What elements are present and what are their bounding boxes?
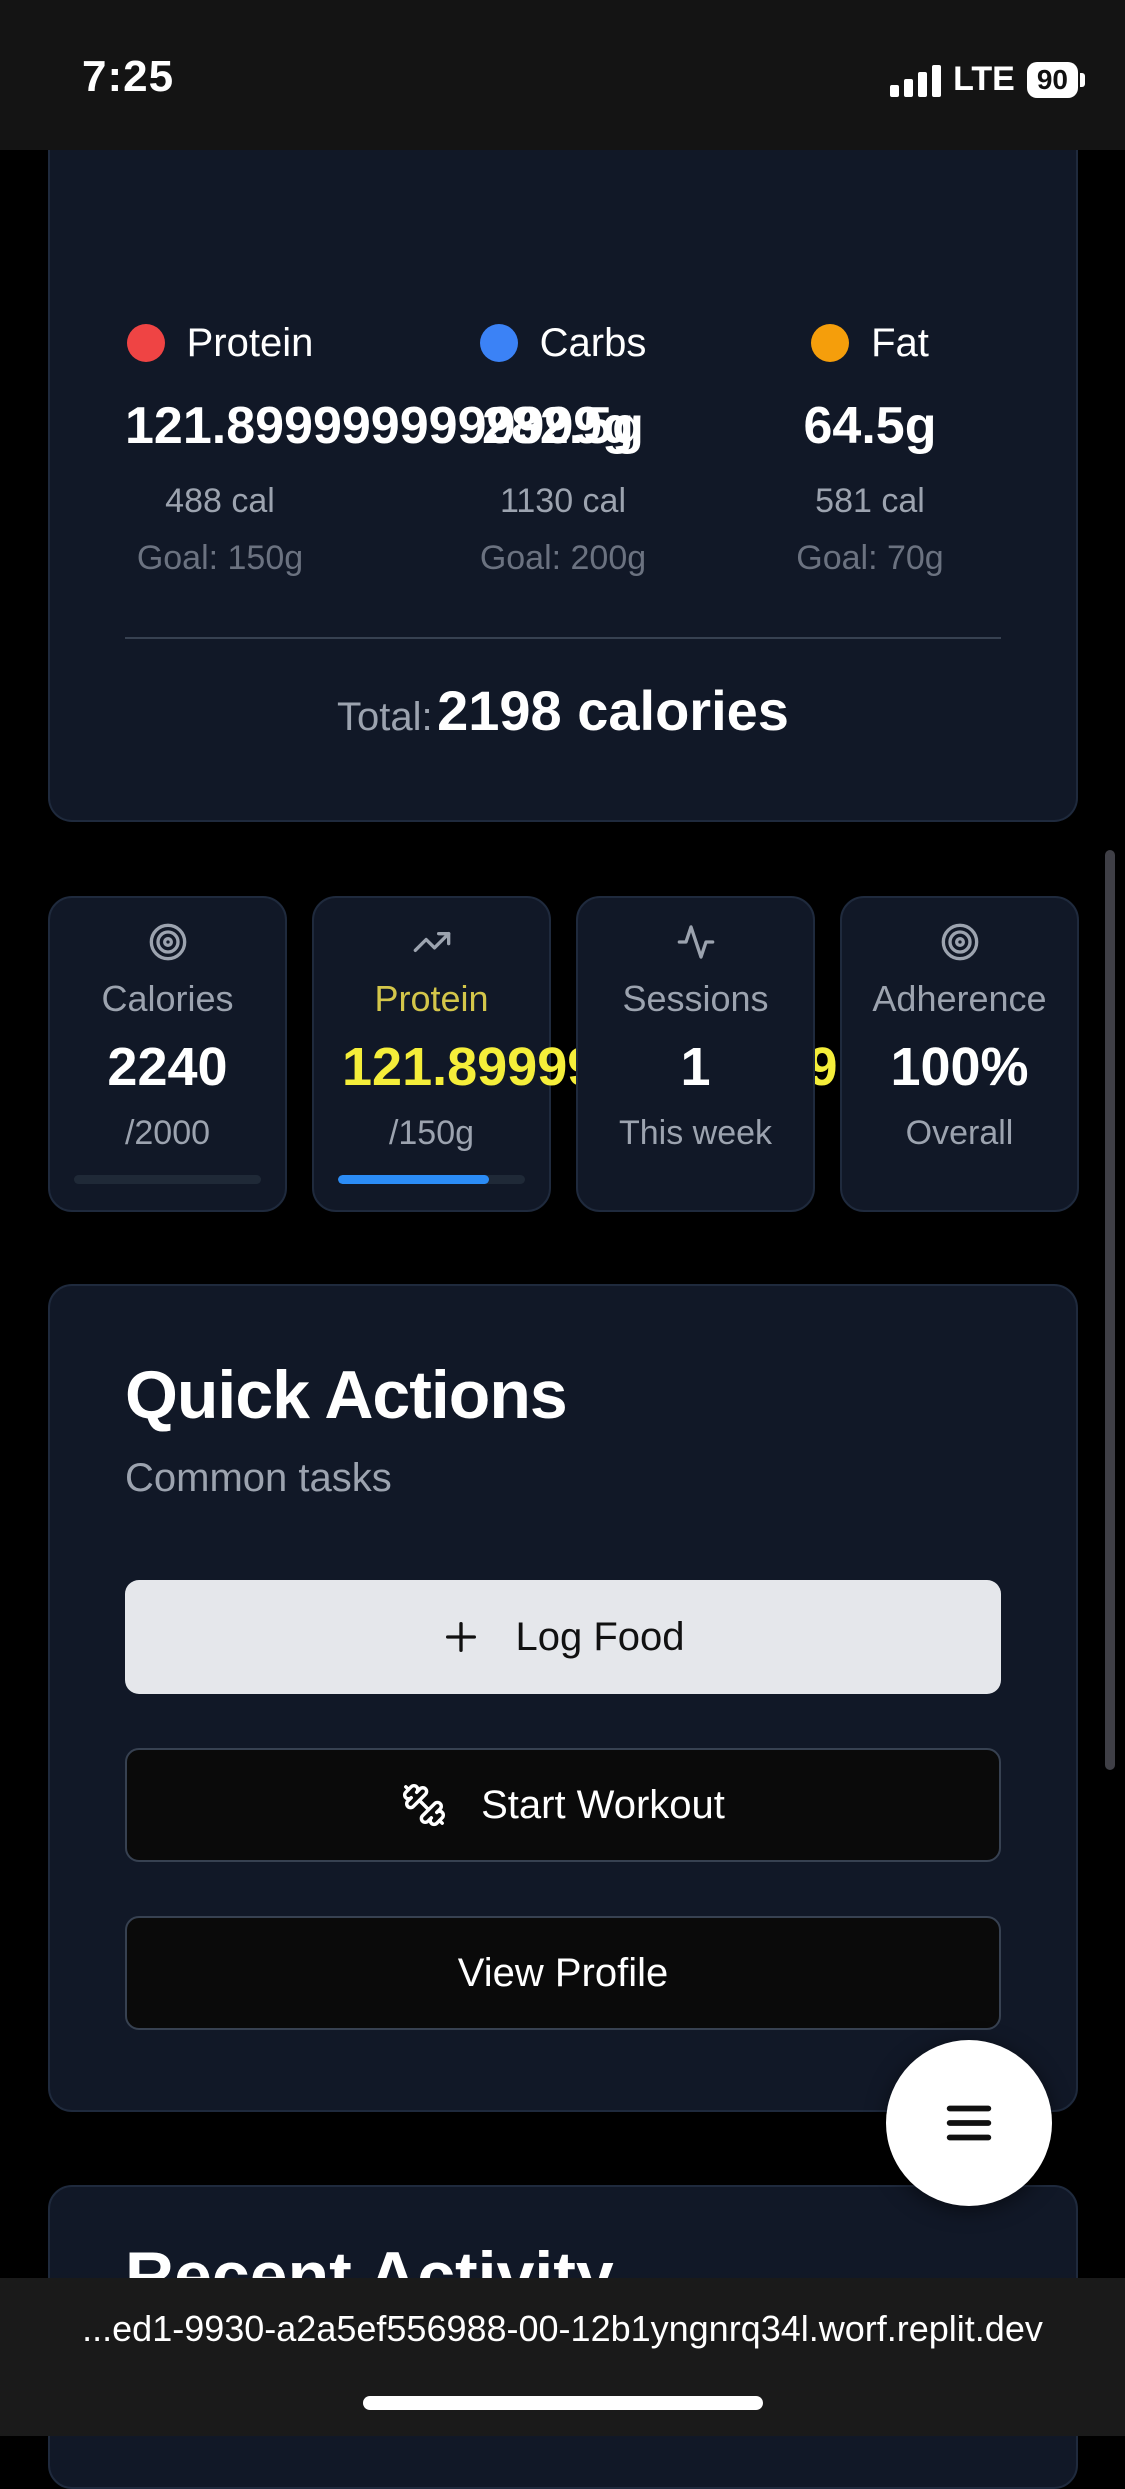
plus-icon bbox=[446, 1622, 477, 1652]
stat-card-adherence[interactable]: Adherence 100% Overall bbox=[840, 896, 1079, 1212]
view-profile-label: View Profile bbox=[457, 1950, 669, 1995]
progress-fill bbox=[338, 1175, 490, 1184]
macro-name: Fat bbox=[871, 320, 929, 365]
macro-name: Carbs bbox=[539, 320, 647, 365]
macro-goal: Goal: 70g bbox=[796, 539, 944, 577]
dumbbell-icon bbox=[403, 1783, 446, 1827]
macro-name: Protein bbox=[186, 320, 314, 365]
stat-value: 100% bbox=[890, 1037, 1029, 1097]
divider bbox=[125, 637, 1001, 639]
activity-icon bbox=[578, 922, 813, 966]
stat-label: Adherence bbox=[872, 978, 1047, 1019]
status-bar: 7:25 LTE 90 bbox=[0, 0, 1125, 150]
target-icon bbox=[842, 922, 1077, 966]
start-workout-button[interactable]: Start Workout bbox=[125, 1748, 1001, 1862]
stat-card-calories[interactable]: Calories 2240 /2000 bbox=[48, 896, 287, 1212]
stat-label: Calories bbox=[101, 978, 234, 1019]
stat-sub: /2000 bbox=[124, 1114, 211, 1152]
view-profile-button[interactable]: View Profile bbox=[125, 1916, 1001, 2030]
home-indicator[interactable] bbox=[363, 2396, 763, 2410]
quick-actions-title: Quick Actions bbox=[125, 1357, 568, 1433]
signal-icon bbox=[890, 63, 942, 97]
macro-goal: Goal: 150g bbox=[136, 539, 304, 577]
macro-calories: 1130 cal bbox=[499, 482, 627, 520]
battery-tip bbox=[1080, 72, 1085, 87]
network-label: LTE bbox=[953, 60, 1015, 98]
start-workout-label: Start Workout bbox=[481, 1782, 725, 1827]
protein-progress bbox=[338, 1175, 525, 1184]
macro-goal: Goal: 200g bbox=[479, 539, 647, 577]
stat-sub: /150g bbox=[388, 1114, 475, 1152]
progress-fill bbox=[74, 1175, 261, 1184]
stat-value: 121.8999999999999 bbox=[314, 1036, 838, 1098]
stat-value: 1 bbox=[680, 1037, 711, 1097]
status-indicators: LTE 90 bbox=[890, 60, 1085, 99]
scrollbar[interactable] bbox=[1105, 850, 1115, 1770]
total-label: Total: bbox=[337, 695, 433, 739]
log-food-button[interactable]: Log Food bbox=[125, 1580, 1001, 1694]
stat-label: Protein bbox=[374, 978, 489, 1019]
macro-protein: Protein 121.8999999999999g 488 cal Goal:… bbox=[50, 318, 634, 578]
fat-dot-icon bbox=[811, 324, 850, 362]
stat-card-protein[interactable]: Protein 121.8999999999999 /150g bbox=[312, 896, 838, 1212]
url-text[interactable]: ...ed1-9930-a2a5ef556988-00-12b1yngnrq34… bbox=[0, 2308, 1125, 2350]
stat-card-sessions[interactable]: Sessions 1 This week bbox=[576, 896, 815, 1212]
macro-calories: 581 cal bbox=[815, 482, 925, 520]
menu-icon bbox=[946, 2105, 992, 2141]
trending-up-icon bbox=[314, 922, 549, 966]
macro-value: 282.5g bbox=[482, 397, 644, 455]
stat-value: 2240 bbox=[107, 1037, 228, 1097]
menu-fab-button[interactable] bbox=[886, 2040, 1052, 2206]
macro-carbs: Carbs 282.5g 1130 cal Goal: 200g bbox=[393, 318, 733, 578]
quick-actions-subtitle: Common tasks bbox=[125, 1456, 392, 1500]
macro-calories: 488 cal bbox=[165, 482, 275, 520]
macro-value: 121.8999999999999g bbox=[125, 397, 634, 455]
total-calories: Total: 2198 calories bbox=[50, 678, 1076, 743]
quick-actions-card: Quick Actions Common tasks Log Food Star… bbox=[48, 1284, 1078, 2112]
browser-url-bar[interactable]: ...ed1-9930-a2a5ef556988-00-12b1yngnrq34… bbox=[0, 2278, 1125, 2436]
calories-progress bbox=[74, 1175, 261, 1184]
status-time: 7:25 bbox=[82, 52, 175, 101]
macro-value: 64.5g bbox=[803, 397, 937, 455]
total-value: 2198 calories bbox=[437, 679, 789, 742]
stat-label: Sessions bbox=[622, 978, 769, 1019]
target-icon bbox=[50, 922, 285, 966]
macro-fat: Fat 64.5g 581 cal Goal: 70g bbox=[700, 318, 1040, 578]
carbs-dot-icon bbox=[479, 324, 518, 362]
battery-icon: 90 bbox=[1026, 61, 1078, 98]
log-food-label: Log Food bbox=[515, 1614, 685, 1659]
protein-dot-icon bbox=[126, 324, 165, 362]
stat-sub: This week bbox=[618, 1114, 773, 1152]
stat-sub: Overall bbox=[905, 1114, 1014, 1152]
macro-breakdown-card: Protein 121.8999999999999g 488 cal Goal:… bbox=[48, 110, 1078, 822]
